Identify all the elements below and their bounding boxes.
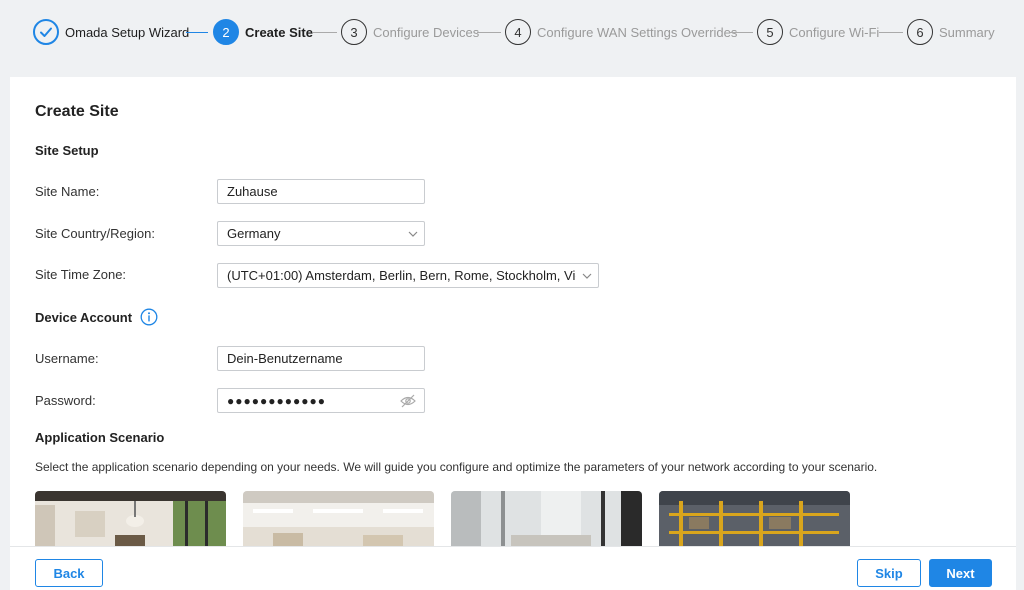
step-label: Configure Wi-Fi (789, 24, 880, 40)
step-number: 6 (907, 19, 933, 45)
scenario-home-image[interactable] (35, 491, 226, 551)
username-input[interactable]: Dein-Benutzername (217, 346, 425, 371)
wizard-footer: Back Skip Next (10, 546, 1016, 590)
step-connector (477, 32, 501, 33)
step-label: Configure Devices (373, 24, 480, 40)
step-number: 5 (757, 19, 783, 45)
password-input[interactable]: ●●●●●●●●●●●● (217, 388, 425, 413)
step-number: 3 (341, 19, 367, 45)
step-configure-devices: 3 Configure Devices (341, 19, 479, 45)
site-setup-heading: Site Setup (35, 143, 99, 158)
site-timezone-select[interactable]: (UTC+01:00) Amsterdam, Berlin, Bern, Rom… (217, 263, 599, 288)
step-connector (729, 32, 753, 33)
info-icon[interactable] (140, 308, 158, 326)
step-label: Create Site (245, 24, 313, 40)
chevron-down-icon (582, 273, 592, 279)
application-scenario-heading: Application Scenario (35, 430, 165, 445)
step-connector (186, 32, 208, 33)
site-country-select[interactable]: Germany (217, 221, 425, 246)
create-site-panel: Create Site Site Setup Site Name: Zuhaus… (10, 77, 1016, 590)
skip-button[interactable]: Skip (857, 559, 921, 587)
step-summary: 6 Summary (907, 19, 995, 45)
step-create-site: 2 Create Site (213, 19, 313, 45)
step-label: Omada Setup Wizard (65, 24, 190, 40)
site-timezone-label: Site Time Zone: (35, 267, 127, 282)
step-omada-setup-wizard: Omada Setup Wizard (33, 19, 189, 45)
step-label: Configure WAN Settings Overrides (537, 24, 738, 40)
chevron-down-icon (408, 231, 418, 237)
step-number: 2 (213, 19, 239, 45)
scenario-hotel-image[interactable] (451, 491, 642, 551)
device-account-heading: Device Account (35, 310, 133, 325)
scenario-office-image[interactable] (243, 491, 434, 551)
setup-stepper: Omada Setup Wizard 2 Create Site 3 Confi… (0, 0, 1024, 64)
step-configure-wan: 4 Configure WAN Settings Overrides (505, 19, 737, 45)
step-connector (313, 32, 337, 33)
check-icon (33, 19, 59, 45)
password-value: ●●●●●●●●●●●● (227, 393, 326, 408)
scenario-warehouse-image[interactable] (659, 491, 850, 551)
site-timezone-value: (UTC+01:00) Amsterdam, Berlin, Bern, Rom… (227, 268, 576, 283)
site-name-input[interactable]: Zuhause (217, 179, 425, 204)
step-number: 4 (505, 19, 531, 45)
application-scenario-description: Select the application scenario dependin… (35, 460, 878, 474)
site-name-label: Site Name: (35, 184, 100, 199)
eye-off-icon[interactable] (400, 394, 416, 408)
back-button[interactable]: Back (35, 559, 103, 587)
next-button[interactable]: Next (929, 559, 992, 587)
step-configure-wifi: 5 Configure Wi-Fi (757, 19, 879, 45)
password-label: Password: (35, 393, 96, 408)
page-title: Create Site (35, 103, 119, 120)
site-country-label: Site Country/Region: (35, 226, 155, 241)
site-country-value: Germany (227, 226, 281, 241)
step-label: Summary (939, 24, 995, 40)
step-connector (879, 32, 903, 33)
username-label: Username: (35, 351, 99, 366)
